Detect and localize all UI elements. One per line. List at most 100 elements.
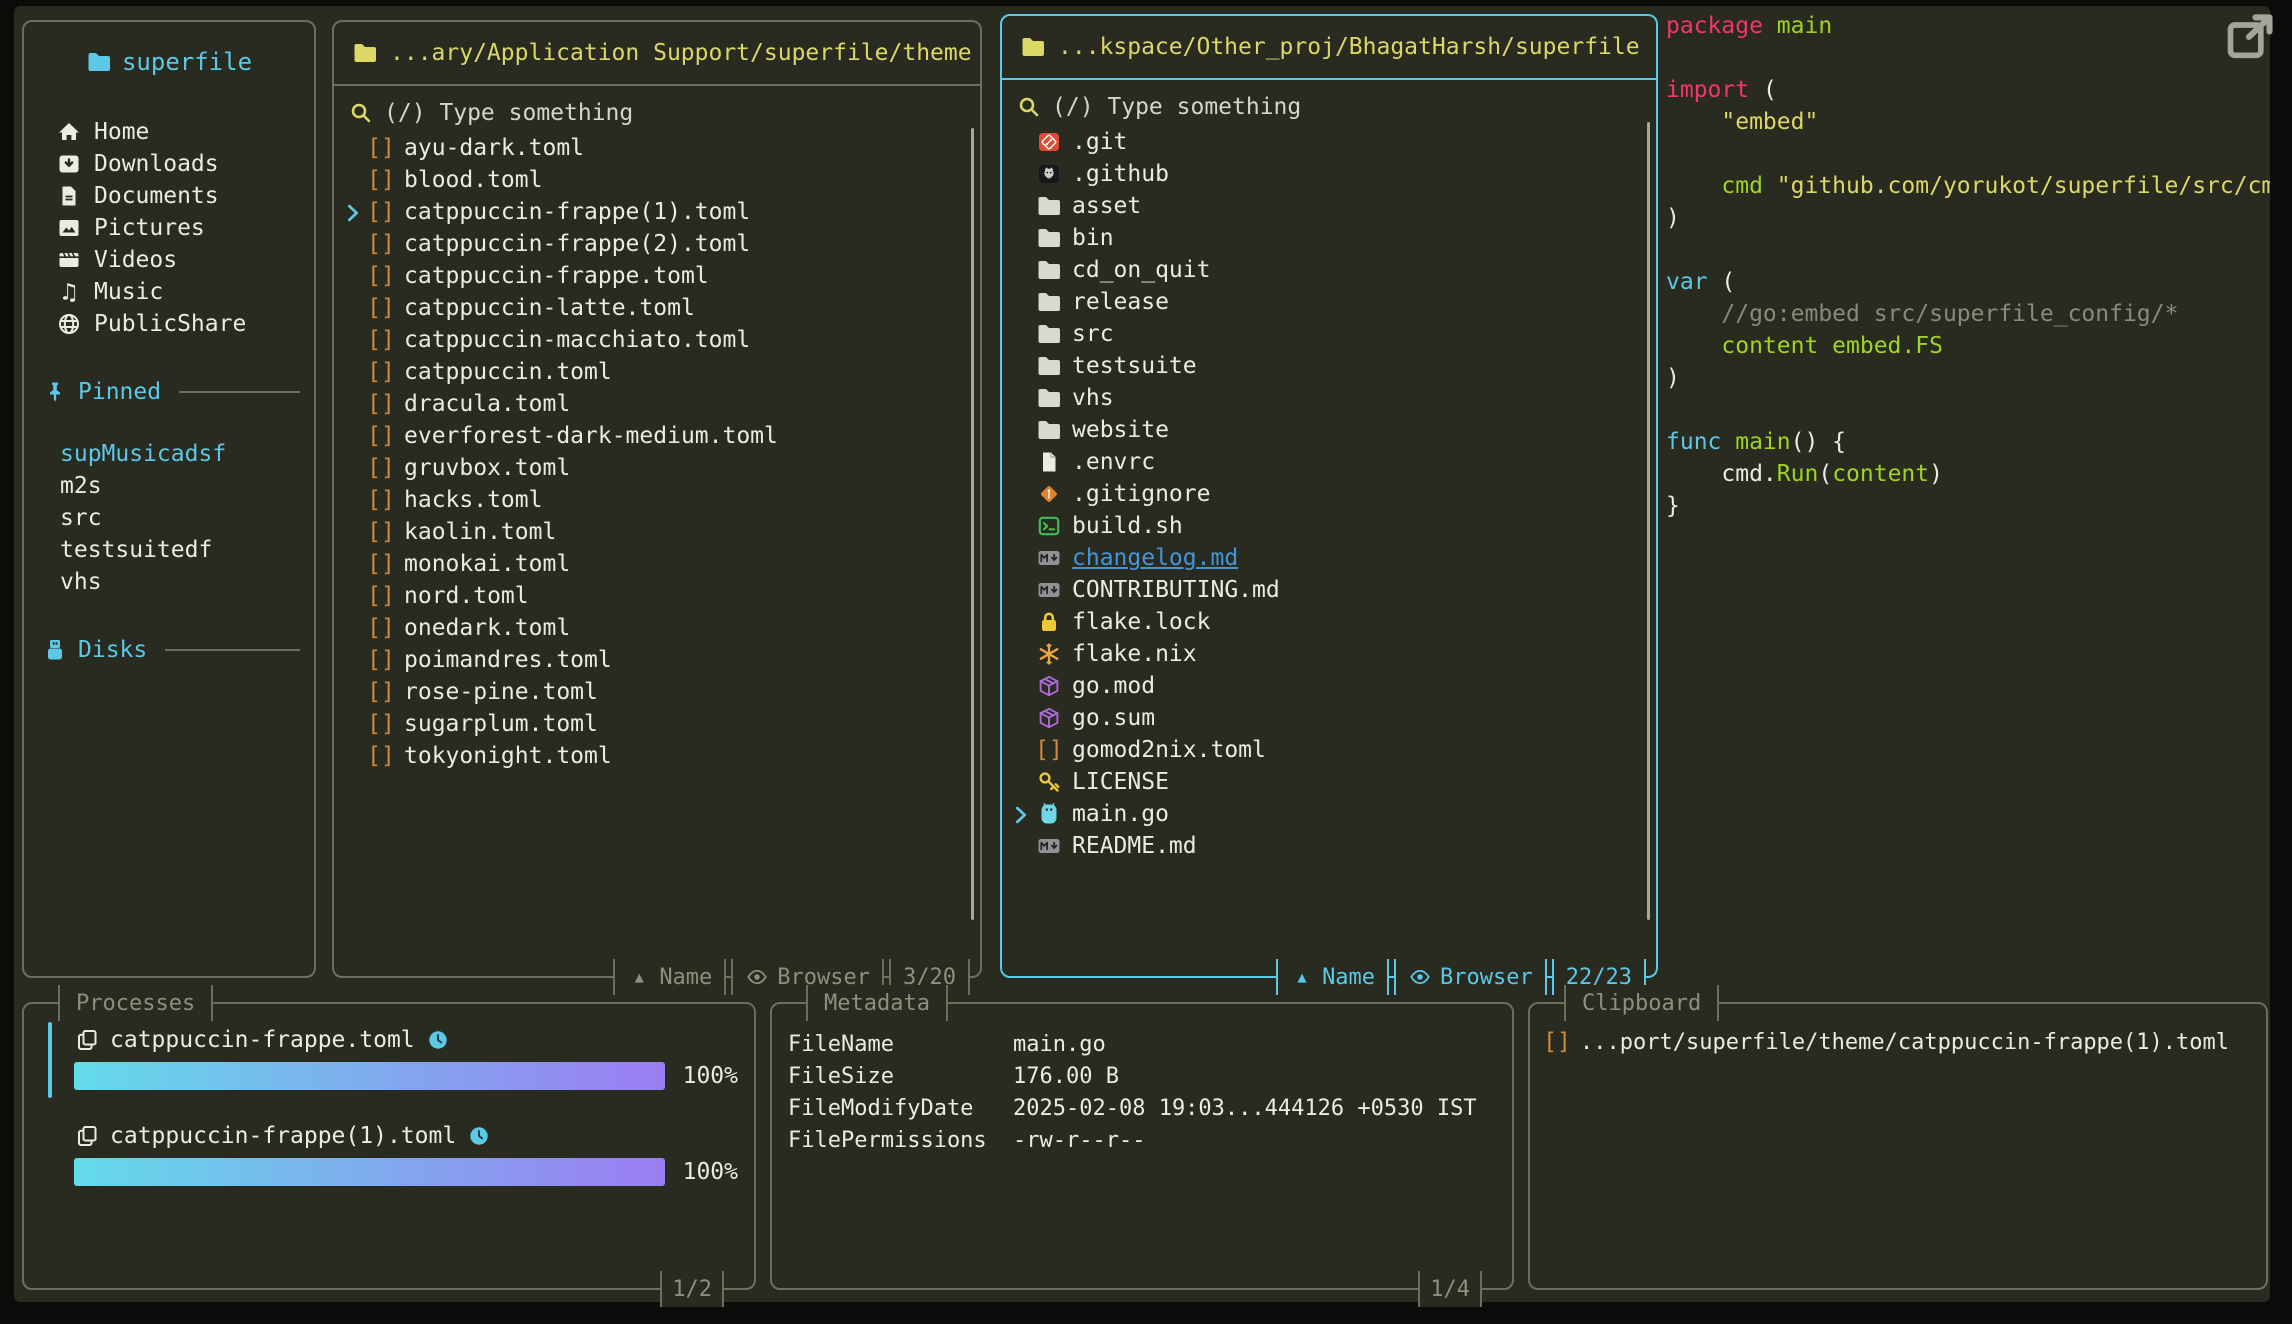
file-row-catppuccin-latte-toml[interactable]: []catppuccin-latte.toml bbox=[334, 292, 980, 324]
pinned-item-vhs[interactable]: vhs bbox=[36, 566, 302, 598]
file-row-sugarplum-toml[interactable]: []sugarplum.toml bbox=[334, 708, 980, 740]
pinned-item-supmusicadsf[interactable]: supMusicadsf bbox=[36, 438, 302, 470]
sidebar-item-pictures[interactable]: Pictures bbox=[36, 212, 302, 244]
file-row-onedark-toml[interactable]: []onedark.toml bbox=[334, 612, 980, 644]
scrollbar[interactable] bbox=[971, 128, 974, 920]
file-row-everforest-dark-medium-toml[interactable]: []everforest-dark-medium.toml bbox=[334, 420, 980, 452]
file-row-rose-pine-toml[interactable]: []rose-pine.toml bbox=[334, 676, 980, 708]
file-name: everforest-dark-medium.toml bbox=[404, 423, 778, 449]
file-row-flake-lock[interactable]: flake.lock bbox=[1002, 606, 1656, 638]
file-row-asset[interactable]: asset bbox=[1002, 190, 1656, 222]
file-row-bin[interactable]: bin bbox=[1002, 222, 1656, 254]
file-row-git[interactable]: .git bbox=[1002, 126, 1656, 158]
file-row-gitignore[interactable]: .gitignore bbox=[1002, 478, 1656, 510]
open-external-icon[interactable] bbox=[2222, 10, 2278, 66]
pictures-icon bbox=[56, 216, 82, 240]
documents-icon bbox=[56, 184, 82, 208]
clipboard-item[interactable]: []...port/superfile/theme/catppuccin-fra… bbox=[1544, 1026, 2252, 1058]
file-row-go-sum[interactable]: go.sum bbox=[1002, 702, 1656, 734]
file-name: .git bbox=[1072, 129, 1127, 155]
file-name: flake.lock bbox=[1072, 609, 1210, 635]
file-row-envrc[interactable]: .envrc bbox=[1002, 446, 1656, 478]
file-row-ayu-dark-toml[interactable]: []ayu-dark.toml bbox=[334, 132, 980, 164]
pinned-item-src[interactable]: src bbox=[36, 502, 302, 534]
file-row-flake-nix[interactable]: flake.nix bbox=[1002, 638, 1656, 670]
metadata-value: 2025-02-08 19:03...444126 +0530 IST bbox=[1013, 1096, 1477, 1121]
file-row-license[interactable]: LICENSE bbox=[1002, 766, 1656, 798]
code-line: package main bbox=[1666, 10, 2270, 42]
code-line: cmd "github.com/yorukot/superfile/src/cm bbox=[1666, 170, 2270, 202]
file-row-dracula-toml[interactable]: []dracula.toml bbox=[334, 388, 980, 420]
file-row-src[interactable]: src bbox=[1002, 318, 1656, 350]
file-row-contributing-md[interactable]: CONTRIBUTING.md bbox=[1002, 574, 1656, 606]
file-name: changelog.md bbox=[1072, 545, 1238, 571]
file-row-tokyonight-toml[interactable]: []tokyonight.toml bbox=[334, 740, 980, 772]
file-row-build-sh[interactable]: build.sh bbox=[1002, 510, 1656, 542]
file-row-github[interactable]: .github bbox=[1002, 158, 1656, 190]
project-file-list: .git .github asset bin cd_on_quitreleasesrc t… bbox=[1002, 126, 1656, 862]
home-icon bbox=[56, 120, 82, 144]
file-row-nord-toml[interactable]: []nord.toml bbox=[334, 580, 980, 612]
sidebar-item-videos[interactable]: Videos bbox=[36, 244, 302, 276]
pinned-item-testsuitedf[interactable]: testsuitedf bbox=[36, 534, 302, 566]
copy-icon bbox=[74, 1124, 100, 1148]
file-row-catppuccin-frappe-1-toml[interactable]: []catppuccin-frappe(1).toml bbox=[334, 196, 980, 228]
process-name-row: catppuccin-frappe(1).toml bbox=[74, 1120, 738, 1152]
file-name: catppuccin.toml bbox=[404, 359, 612, 385]
file-name: gruvbox.toml bbox=[404, 455, 570, 481]
file-name: LICENSE bbox=[1072, 769, 1169, 795]
mode-toggle[interactable]: Browser bbox=[1394, 959, 1547, 995]
metadata-value: 176.00 B bbox=[1013, 1064, 1119, 1089]
toml-icon: [] bbox=[368, 583, 394, 609]
file-row-readme-md[interactable]: README.md bbox=[1002, 830, 1656, 862]
search-input[interactable]: (/) Type something bbox=[348, 96, 980, 130]
disks-section-header: Disks bbox=[36, 634, 302, 666]
scrollbar[interactable] bbox=[1647, 122, 1650, 920]
file-row-vhs[interactable]: vhs bbox=[1002, 382, 1656, 414]
code-line: ) bbox=[1666, 202, 2270, 234]
search-icon bbox=[348, 101, 374, 125]
sidebar-item-label: PublicShare bbox=[94, 311, 246, 337]
sidebar-item-publicshare[interactable]: PublicShare bbox=[36, 308, 302, 340]
sidebar-item-home[interactable]: Home bbox=[36, 116, 302, 148]
sort-toggle[interactable]: ▲Name bbox=[613, 959, 726, 995]
file-row-gruvbox-toml[interactable]: []gruvbox.toml bbox=[334, 452, 980, 484]
file-name: testsuite bbox=[1072, 353, 1197, 379]
file-row-catppuccin-frappe-toml[interactable]: []catppuccin-frappe.toml bbox=[334, 260, 980, 292]
file-row-catppuccin-macchiato-toml[interactable]: []catppuccin-macchiato.toml bbox=[334, 324, 980, 356]
file-row-go-mod[interactable]: go.mod bbox=[1002, 670, 1656, 702]
file-row-kaolin-toml[interactable]: []kaolin.toml bbox=[334, 516, 980, 548]
project-panel-path: ...kspace/Other_proj/BhagatHarsh/superfi… bbox=[1058, 34, 1640, 60]
file-row-poimandres-toml[interactable]: []poimandres.toml bbox=[334, 644, 980, 676]
pinned-item-m2s[interactable]: m2s bbox=[36, 470, 302, 502]
file-row-catppuccin-toml[interactable]: []catppuccin.toml bbox=[334, 356, 980, 388]
file-name: cd_on_quit bbox=[1072, 257, 1210, 283]
videos-icon bbox=[56, 248, 82, 272]
sort-toggle[interactable]: ▲Name bbox=[1276, 959, 1389, 995]
search-input[interactable]: (/) Type something bbox=[1016, 90, 1656, 124]
file-name: asset bbox=[1072, 193, 1141, 219]
file-row-changelog-md[interactable]: changelog.md bbox=[1002, 542, 1656, 574]
file-name: catppuccin-frappe(1).toml bbox=[404, 199, 750, 225]
file-row-gomod2nix-toml[interactable]: []gomod2nix.toml bbox=[1002, 734, 1656, 766]
file-row-catppuccin-frappe-2-toml[interactable]: []catppuccin-frappe(2).toml bbox=[334, 228, 980, 260]
file-row-testsuite[interactable]: testsuite bbox=[1002, 350, 1656, 382]
file-row-release[interactable]: release bbox=[1002, 286, 1656, 318]
file-row-monokai-toml[interactable]: []monokai.toml bbox=[334, 548, 980, 580]
progress-bar bbox=[74, 1158, 665, 1186]
sidebar-item-downloads[interactable]: Downloads bbox=[36, 148, 302, 180]
process-item-catppuccin-frappe-1-toml[interactable]: catppuccin-frappe(1).toml100% bbox=[40, 1120, 738, 1186]
file-row-main-go[interactable]: main.go bbox=[1002, 798, 1656, 830]
file-row-cd-on-quit[interactable]: cd_on_quit bbox=[1002, 254, 1656, 286]
file-row-website[interactable]: website bbox=[1002, 414, 1656, 446]
process-item-catppuccin-frappe-toml[interactable]: catppuccin-frappe.toml100% bbox=[40, 1024, 738, 1090]
file-row-blood-toml[interactable]: []blood.toml bbox=[334, 164, 980, 196]
sidebar-item-music[interactable]: ♫Music bbox=[36, 276, 302, 308]
toml-icon: [] bbox=[368, 615, 394, 641]
file-name: main.go bbox=[1072, 801, 1169, 827]
metadata-pagination: 1/4 bbox=[1418, 1271, 1482, 1307]
sort-toggle-label: Name bbox=[659, 965, 712, 990]
app-title-row: superfile bbox=[36, 48, 302, 76]
sidebar-item-documents[interactable]: Documents bbox=[36, 180, 302, 212]
file-row-hacks-toml[interactable]: []hacks.toml bbox=[334, 484, 980, 516]
